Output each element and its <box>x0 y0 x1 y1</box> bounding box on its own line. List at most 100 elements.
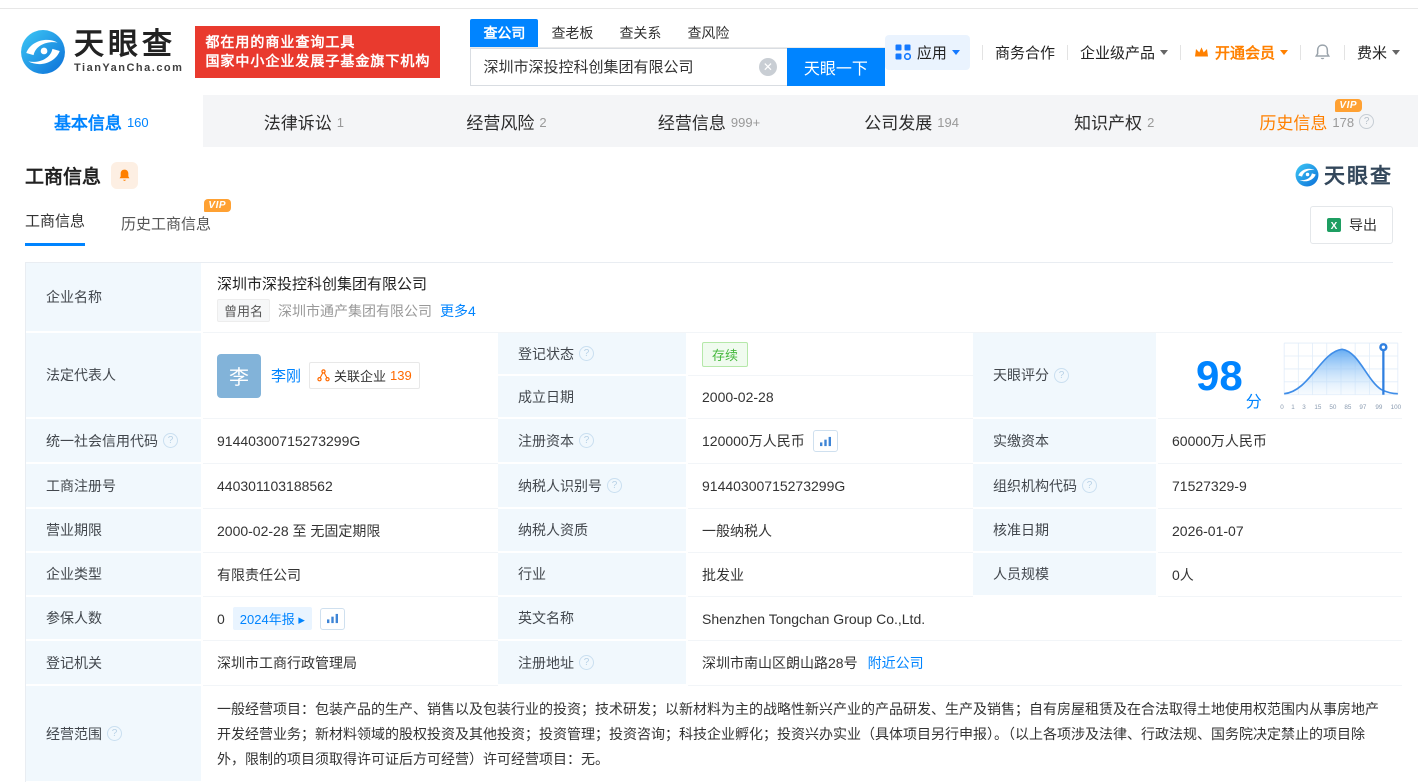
business-term-value: 2000-02-28 至 无固定期限 <box>203 509 498 553</box>
export-button[interactable]: X 导出 <box>1310 206 1393 244</box>
search-tab-company[interactable]: 查公司 <box>470 19 538 47</box>
search-tab-boss[interactable]: 查老板 <box>538 19 606 47</box>
chevron-down-icon <box>1160 50 1168 55</box>
search-block: 查公司 查老板 查关系 查风险 ✕ 天眼一下 <box>470 19 884 86</box>
excel-icon: X <box>1326 217 1342 233</box>
apps-menu[interactable]: 应用 <box>885 35 970 70</box>
staff-size-value: 0人 <box>1158 553 1402 597</box>
help-icon[interactable]: ? <box>607 478 622 493</box>
business-info-table: 企业名称 深圳市深投控科创集团有限公司 曾用名 深圳市通产集团有限公司 更多4 … <box>25 262 1393 782</box>
search-tabs: 查公司 查老板 查关系 查风险 <box>470 19 884 48</box>
registration-authority-label: 登记机关 <box>26 641 203 686</box>
registered-address-cell: 深圳市南山区朗山路28号 附近公司 <box>688 641 1402 686</box>
help-icon[interactable]: ? <box>579 655 594 670</box>
registration-number-label: 工商注册号 <box>26 464 203 509</box>
bar-chart-icon <box>819 436 832 447</box>
tianyan-score-label: 天眼评分? <box>973 333 1158 419</box>
score-unit: 分 <box>1246 388 1262 412</box>
related-companies-badge[interactable]: 关联企业 139 <box>309 362 420 389</box>
nearby-companies-link[interactable]: 附近公司 <box>868 653 924 673</box>
enterprise-products-menu[interactable]: 企业级产品 <box>1080 42 1168 63</box>
main-content: 工商信息 天眼查 工商信息 VIP 历史工商信息 X <box>0 160 1418 782</box>
insured-trend-chart-button[interactable] <box>320 608 345 630</box>
bell-icon <box>117 168 132 183</box>
registration-status-label: 登记状态? <box>498 333 688 376</box>
vip-badge: VIP <box>204 199 231 212</box>
user-menu[interactable]: 费米 <box>1357 42 1400 63</box>
taxpayer-id-value: 91440300715273299G <box>688 464 973 509</box>
subtab-history-business-info[interactable]: VIP 历史工商信息 <box>121 213 211 246</box>
search-tab-risk[interactable]: 查风险 <box>674 19 742 47</box>
tianyancha-watermark-icon <box>1295 163 1319 187</box>
company-name-label: 企业名称 <box>26 263 203 333</box>
help-icon[interactable]: ? <box>1082 478 1097 493</box>
tab-history-info[interactable]: VIP 历史信息 178 ? <box>1215 95 1418 147</box>
taxpayer-qualification-label: 纳税人资质 <box>498 509 688 553</box>
search-tab-relation[interactable]: 查关系 <box>606 19 674 47</box>
company-name-cell: 深圳市深投控科创集团有限公司 曾用名 深圳市通产集团有限公司 更多4 <box>203 263 1402 333</box>
tab-basic-info[interactable]: 基本信息 160 <box>0 95 203 147</box>
established-date-value: 2000-02-28 <box>688 376 973 419</box>
credit-code-value: 91440300715273299G <box>203 419 498 464</box>
english-name-label: 英文名称 <box>498 597 688 641</box>
subtab-row: 工商信息 VIP 历史工商信息 X 导出 <box>25 206 1393 246</box>
help-icon[interactable]: ? <box>579 346 594 361</box>
english-name-value: Shenzhen Tongchan Group Co.,Ltd. <box>688 597 1402 641</box>
registration-status-cell: 存续 <box>688 333 973 376</box>
tianyancha-logo[interactable]: 天眼查 TianYanCha.com <box>20 29 183 75</box>
logo-title: 天眼查 <box>74 30 183 60</box>
company-name: 深圳市深投控科创集团有限公司 <box>217 273 427 294</box>
help-icon[interactable]: ? <box>163 433 178 448</box>
subscribe-bell-button[interactable] <box>111 162 138 189</box>
grid-apps-icon <box>895 44 911 60</box>
help-icon[interactable]: ? <box>579 433 594 448</box>
capital-trend-chart-button[interactable] <box>813 430 838 452</box>
org-code-value: 71527329-9 <box>1158 464 1402 509</box>
tianyan-score-cell[interactable]: 98 分 <box>1158 333 1402 419</box>
search-input[interactable] <box>470 48 786 86</box>
more-former-names-link[interactable]: 更多4 <box>440 301 476 321</box>
industry-value: 批发业 <box>688 553 973 597</box>
tab-company-development[interactable]: 公司发展 194 <box>810 95 1013 147</box>
help-icon[interactable]: ? <box>1054 368 1069 383</box>
notification-bell-icon[interactable] <box>1313 43 1332 62</box>
tab-operation-risk[interactable]: 经营风险 2 <box>405 95 608 147</box>
open-membership-button[interactable]: 开通会员 <box>1193 42 1288 63</box>
legal-rep-name-link[interactable]: 李刚 <box>271 365 301 386</box>
chevron-down-icon <box>1280 50 1288 55</box>
tab-operation-info[interactable]: 经营信息 999+ <box>608 95 811 147</box>
business-scope-label: 经营范围? <box>26 686 203 782</box>
tianyancha-watermark: 天眼查 <box>1295 160 1393 190</box>
legal-rep-avatar[interactable]: 李 <box>217 354 261 398</box>
search-button[interactable]: 天眼一下 <box>787 48 885 86</box>
chevron-down-icon <box>1392 50 1400 55</box>
logo-domain: TianYanCha.com <box>74 62 183 74</box>
tab-legal-proceedings[interactable]: 法律诉讼 1 <box>203 95 406 147</box>
clear-search-icon[interactable]: ✕ <box>759 58 777 76</box>
help-icon[interactable]: ? <box>107 726 122 741</box>
business-scope-value: 一般经营项目：包装产品的生产、销售以及包装行业的投资；技术研发；以新材料为主的战… <box>203 686 1402 782</box>
network-icon <box>317 369 330 382</box>
former-name: 深圳市通产集团有限公司 <box>278 301 432 321</box>
company-type-value: 有限责任公司 <box>203 553 498 597</box>
crown-icon <box>1193 45 1210 59</box>
registered-address-label: 注册地址? <box>498 641 688 686</box>
org-code-label: 组织机构代码? <box>973 464 1158 509</box>
business-term-label: 营业期限 <box>26 509 203 553</box>
help-icon[interactable]: ? <box>1359 114 1374 129</box>
registered-capital-label: 注册资本? <box>498 419 688 464</box>
registered-capital-cell: 120000万人民币 <box>688 419 973 464</box>
annual-report-badge[interactable]: 2024年报 ▸ <box>233 607 312 630</box>
registration-number-value: 440301103188562 <box>203 464 498 509</box>
status-badge: 存续 <box>702 342 748 367</box>
approval-date-value: 2026-01-07 <box>1158 509 1402 553</box>
slogan-banner: 都在用的商业查询工具 国家中小企业发展子基金旗下机构 <box>195 26 440 78</box>
subtab-business-info[interactable]: 工商信息 <box>25 210 85 246</box>
tab-intellectual-property[interactable]: 知识产权 2 <box>1013 95 1216 147</box>
business-cooperation-link[interactable]: 商务合作 <box>995 42 1055 63</box>
page-top-divider <box>0 0 1418 9</box>
taxpayer-id-label: 纳税人识别号? <box>498 464 688 509</box>
section-title: 工商信息 <box>25 162 101 189</box>
former-name-tag: 曾用名 <box>217 299 270 322</box>
staff-size-label: 人员规模 <box>973 553 1158 597</box>
